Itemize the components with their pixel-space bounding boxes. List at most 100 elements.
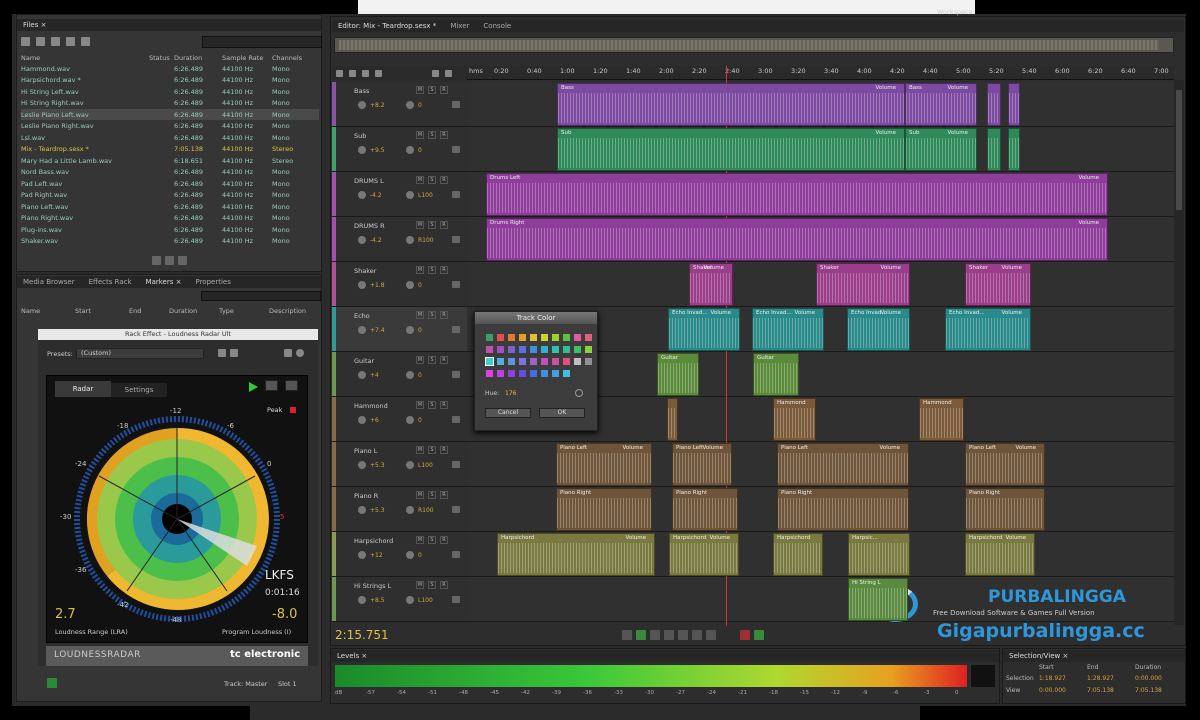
track-solo-button[interactable]: S bbox=[428, 221, 436, 229]
files-search-input[interactable] bbox=[202, 36, 322, 48]
track-pan[interactable]: L100 bbox=[418, 192, 433, 199]
audio-clip[interactable]: Piano Left Volume bbox=[672, 443, 732, 486]
audio-clip[interactable]: Piano Left Volume bbox=[965, 443, 1045, 486]
color-swatch[interactable] bbox=[563, 358, 570, 365]
color-swatch[interactable] bbox=[519, 358, 526, 365]
pan-knob-icon[interactable] bbox=[406, 146, 414, 154]
pan-knob-icon[interactable] bbox=[406, 416, 414, 424]
track-volume[interactable]: +7.4 bbox=[370, 327, 385, 334]
track-header[interactable]: Piano R M S R +5.3 R100 bbox=[332, 487, 467, 532]
volume-knob-icon[interactable] bbox=[358, 461, 366, 469]
selection-view-tab[interactable]: Selection/View × bbox=[1009, 652, 1068, 660]
color-swatch[interactable] bbox=[485, 357, 494, 366]
rack-power-icon[interactable] bbox=[47, 678, 57, 688]
track-volume[interactable]: +4 bbox=[370, 372, 379, 379]
autoplay-icon[interactable] bbox=[178, 256, 187, 265]
editor-tab[interactable]: Mixer bbox=[450, 22, 469, 30]
audio-clip[interactable]: Guitar bbox=[657, 353, 699, 396]
play-preview-icon[interactable] bbox=[152, 256, 161, 265]
track-solo-button[interactable]: S bbox=[428, 176, 436, 184]
track-header[interactable]: Sub M S R +9.5 0 bbox=[332, 127, 467, 172]
ok-button[interactable]: OK bbox=[539, 408, 585, 418]
audio-clip[interactable]: Drums Left Volume bbox=[486, 173, 1108, 216]
markers-panel-tab[interactable]: Properties bbox=[195, 278, 230, 286]
track-solo-button[interactable]: S bbox=[428, 86, 436, 94]
color-swatch[interactable] bbox=[497, 370, 504, 377]
track-name[interactable]: Sub bbox=[354, 132, 366, 140]
track-name[interactable]: Hi Strings L bbox=[354, 582, 391, 590]
info-icon[interactable] bbox=[296, 349, 304, 357]
pan-knob-icon[interactable] bbox=[406, 101, 414, 109]
volume-knob-icon[interactable] bbox=[358, 101, 366, 109]
file-row[interactable]: Mary Had a Little Lamb.wav 6:18.651 44100 … bbox=[21, 155, 319, 166]
cancel-button[interactable]: Cancel bbox=[485, 408, 531, 418]
volume-knob-icon[interactable] bbox=[358, 416, 366, 424]
audio-clip[interactable]: Shaker Volume bbox=[816, 263, 910, 306]
audio-clip[interactable]: Harpsichord Volume bbox=[965, 533, 1035, 576]
track-solo-button[interactable]: S bbox=[428, 401, 436, 409]
new-file-icon[interactable] bbox=[21, 37, 30, 46]
track-mute-button[interactable]: M bbox=[416, 446, 424, 454]
audio-clip[interactable] bbox=[987, 83, 1001, 126]
track-header[interactable]: DRUMS R M S R -4.2 R100 bbox=[332, 217, 467, 262]
hue-value[interactable]: 176 bbox=[505, 390, 516, 397]
track-solo-button[interactable]: S bbox=[428, 356, 436, 364]
volume-knob-icon[interactable] bbox=[358, 551, 366, 559]
track-solo-button[interactable]: S bbox=[428, 311, 436, 319]
loop-icon[interactable] bbox=[754, 630, 764, 640]
volume-knob-icon[interactable] bbox=[358, 371, 366, 379]
color-swatch[interactable] bbox=[574, 334, 581, 341]
track-mute-button[interactable]: M bbox=[416, 221, 424, 229]
audio-clip[interactable]: Echo Invad... Volume bbox=[752, 308, 824, 351]
track-volume[interactable]: -4.2 bbox=[370, 192, 382, 199]
color-swatch[interactable] bbox=[563, 370, 570, 377]
audio-clip[interactable]: Harpsichord Volume bbox=[497, 533, 655, 576]
track-name[interactable]: DRUMS L bbox=[354, 177, 384, 185]
color-swatch[interactable] bbox=[508, 334, 515, 341]
volume-knob-icon[interactable] bbox=[358, 236, 366, 244]
pan-knob-icon[interactable] bbox=[406, 371, 414, 379]
track-header[interactable]: Echo M S R +7.4 0 bbox=[332, 307, 467, 352]
audio-clip[interactable]: Harpsic... bbox=[848, 533, 910, 576]
pan-knob-icon[interactable] bbox=[406, 191, 414, 199]
audio-clip[interactable] bbox=[1008, 83, 1020, 126]
file-row[interactable]: Hammond.wav 6:26.489 44100 Hz Mono bbox=[21, 63, 319, 74]
track-volume[interactable]: +5.3 bbox=[370, 507, 385, 514]
editor-tab[interactable]: Console bbox=[483, 22, 511, 30]
audio-clip[interactable] bbox=[667, 398, 678, 441]
file-row[interactable]: Harpsichord.wav * 6:26.489 44100 Hz Mono bbox=[21, 75, 319, 86]
sv-view-end[interactable]: 7:05.138 bbox=[1087, 687, 1114, 694]
track-volume[interactable]: +9.5 bbox=[370, 147, 385, 154]
track-pan[interactable]: 0 bbox=[418, 102, 422, 109]
markers-search-input[interactable] bbox=[201, 291, 321, 301]
track-arm-button[interactable]: R bbox=[440, 356, 448, 364]
track-mute-button[interactable]: M bbox=[416, 311, 424, 319]
volume-knob-icon[interactable] bbox=[358, 191, 366, 199]
track-arm-button[interactable]: R bbox=[440, 86, 448, 94]
pan-knob-icon[interactable] bbox=[406, 596, 414, 604]
file-row[interactable]: Hi String Right.wav 6:26.489 44100 Hz Mono bbox=[21, 98, 319, 109]
audio-clip[interactable]: Piano Left Volume bbox=[777, 443, 909, 486]
track-arm-button[interactable]: R bbox=[440, 401, 448, 409]
color-swatch[interactable] bbox=[585, 346, 592, 353]
file-row[interactable]: Lsl.wav 6:26.489 44100 Hz Mono bbox=[21, 132, 319, 143]
track-io-icon[interactable] bbox=[452, 101, 460, 108]
volume-knob-icon[interactable] bbox=[358, 281, 366, 289]
track-name[interactable]: DRUMS R bbox=[354, 222, 385, 230]
color-swatch[interactable] bbox=[519, 370, 526, 377]
audio-clip[interactable]: Sub Volume bbox=[905, 128, 977, 171]
file-row[interactable]: Piano Left.wav 6:26.489 44100 Hz Mono bbox=[21, 201, 319, 212]
import-icon[interactable] bbox=[51, 37, 60, 46]
pan-knob-icon[interactable] bbox=[406, 461, 414, 469]
volume-knob-icon[interactable] bbox=[358, 506, 366, 514]
color-swatch[interactable] bbox=[563, 346, 570, 353]
audio-clip[interactable]: Piano Right bbox=[672, 488, 738, 531]
track-io-icon[interactable] bbox=[452, 371, 460, 378]
track-name[interactable]: Piano L bbox=[354, 447, 377, 455]
color-swatch[interactable] bbox=[486, 346, 493, 353]
track-io-icon[interactable] bbox=[452, 146, 460, 153]
headphone-icon[interactable] bbox=[445, 69, 452, 77]
track-pan[interactable]: 0 bbox=[418, 282, 422, 289]
audio-clip[interactable]: Echo Invad... Volume bbox=[668, 308, 740, 351]
sv-selection-end[interactable]: 1:28.927 bbox=[1087, 675, 1114, 682]
